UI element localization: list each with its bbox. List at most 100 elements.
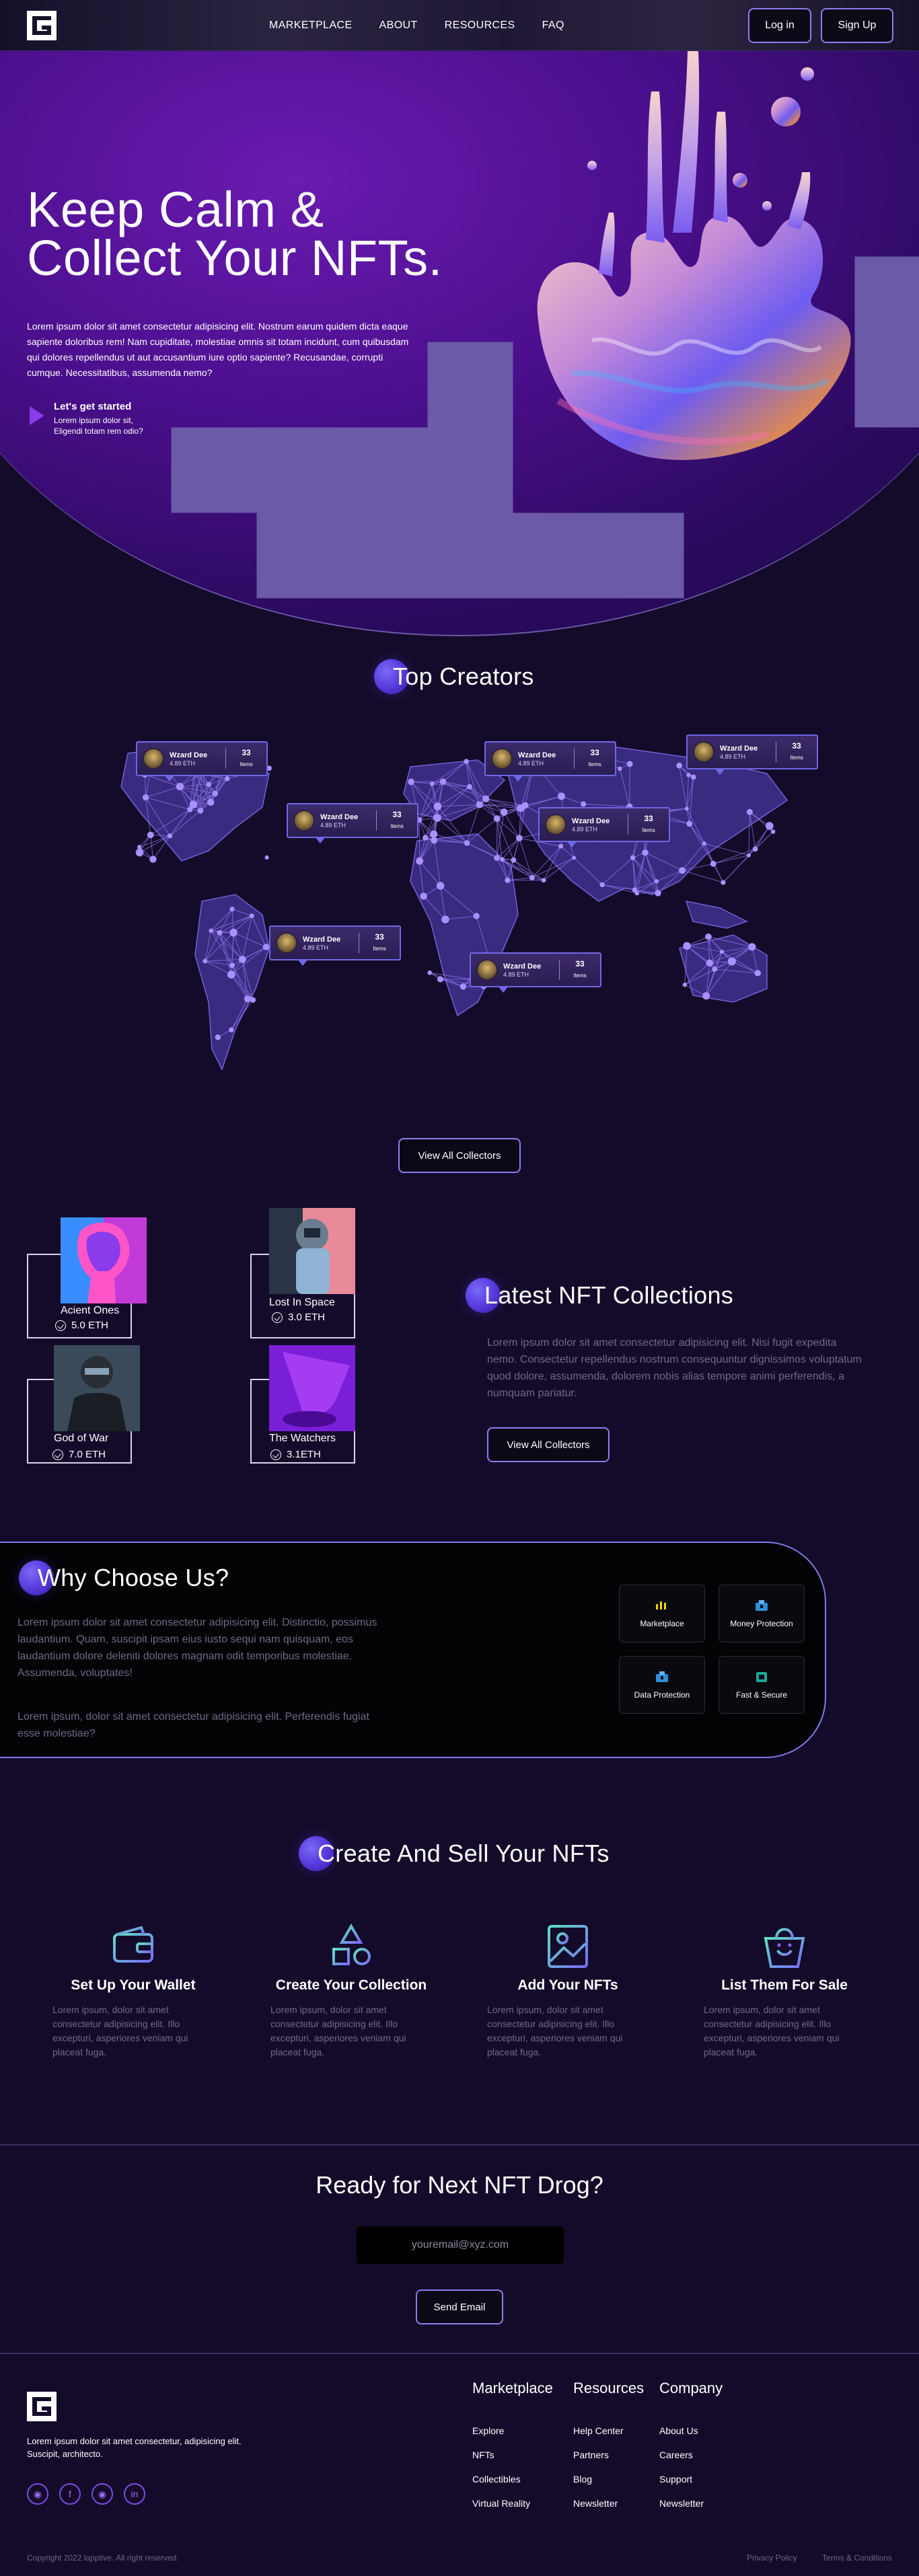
network-dot — [431, 837, 438, 844]
create-title: Create And Sell Your NFTs — [318, 1840, 610, 1867]
cta-title: Let's get started — [54, 401, 132, 412]
network-dot — [712, 967, 718, 972]
nft-name: God of War — [54, 1433, 109, 1444]
nav-marketplace[interactable]: MARKETPLACE — [269, 20, 353, 32]
network-line — [497, 837, 520, 858]
creator-card[interactable]: Wzard Dee 4.89 ETH 33 Items — [538, 807, 670, 847]
network-dot — [529, 874, 535, 881]
facebook-icon[interactable]: f — [59, 2483, 81, 2505]
footer-logo-icon[interactable] — [27, 2392, 57, 2421]
network-dot — [500, 808, 508, 816]
network-dot — [655, 890, 661, 897]
nft-image-the-watchers[interactable] — [269, 1345, 355, 1431]
network-dot — [626, 761, 633, 767]
creator-avatar — [491, 748, 513, 769]
network-dot — [229, 907, 235, 912]
step-collection: Create Your Collection Lorem ipsum, dolo… — [270, 1922, 432, 2059]
network-dot — [630, 855, 636, 860]
footer-link[interactable]: Blog — [573, 2474, 644, 2485]
network-dot — [227, 971, 235, 979]
linkedin-icon[interactable]: in — [124, 2483, 145, 2505]
network-dot — [416, 857, 424, 865]
nav-resources[interactable]: RESOURCES — [445, 20, 515, 32]
footer-link[interactable]: Partners — [573, 2450, 644, 2460]
nav-faq[interactable]: FAQ — [542, 20, 564, 32]
main-menu: MARKETPLACE ABOUT RESOURCES FAQ — [269, 0, 564, 51]
feature-fast-secure[interactable]: Fast & Secure — [719, 1656, 805, 1714]
creator-avatar — [693, 741, 714, 763]
nft-price-value: 3.1ETH — [287, 1449, 321, 1460]
network-line — [682, 870, 724, 883]
footer-link[interactable]: Virtual Reality — [472, 2498, 553, 2509]
creator-name: Wzard Dee — [320, 812, 359, 821]
creator-avatar — [293, 810, 315, 831]
network-dot — [558, 843, 564, 849]
creator-avatar — [143, 748, 164, 769]
network-dot — [433, 814, 441, 822]
latest-view-all-button[interactable]: View All Collectors — [487, 1427, 610, 1462]
terms-link[interactable]: Terms & Conditions — [822, 2553, 892, 2563]
creator-name: Wzard Dee — [303, 935, 341, 944]
footer-link[interactable]: Newsletter — [573, 2498, 644, 2509]
creator-card[interactable]: Wzard Dee 4.89 ETH 33 Items — [470, 952, 601, 993]
signup-button[interactable]: Sign Up — [821, 8, 893, 43]
creator-name: Wzard Dee — [170, 751, 208, 759]
network-dot — [225, 776, 230, 782]
creator-card[interactable]: Wzard Dee 4.89 ETH 33 Items — [269, 925, 401, 966]
nft-image-acient-ones[interactable] — [61, 1217, 147, 1303]
feature-marketplace[interactable]: Marketplace — [619, 1585, 705, 1642]
network-dot — [682, 982, 688, 987]
network-dot — [437, 976, 444, 983]
footer-link[interactable]: About Us — [659, 2425, 723, 2436]
network-dot — [705, 933, 712, 940]
network-dot — [439, 778, 447, 785]
feature-data-protection[interactable]: Data Protection — [619, 1656, 705, 1714]
step-title: Add Your NFTs — [517, 1977, 618, 1993]
network-dot — [500, 857, 505, 862]
creator-eth: 4.89 ETH — [170, 759, 196, 767]
creator-item-count: 33 — [644, 814, 653, 823]
footer-link[interactable]: NFTs — [472, 2450, 553, 2460]
creator-name: Wzard Dee — [572, 817, 610, 825]
view-all-collectors-button[interactable]: View All Collectors — [398, 1138, 521, 1173]
privacy-link[interactable]: Privacy Policy — [747, 2553, 797, 2563]
send-email-button[interactable]: Send Email — [416, 2289, 503, 2324]
footer-col-marketplace: Marketplace Explore NFTs Collectibles Vi… — [472, 2380, 553, 2509]
feature-money-protection[interactable]: Money Protection — [719, 1585, 805, 1642]
divider — [574, 749, 575, 769]
get-started-cta[interactable]: Let's get started Lorem ipsum dolor sit,… — [30, 401, 155, 437]
twitter-icon[interactable]: ◉ — [91, 2483, 113, 2505]
creator-card[interactable]: Wzard Dee 4.89 ETH 33 Items — [484, 741, 616, 782]
hero-title-line2: Collect Your NFTs. — [27, 230, 443, 286]
network-dot — [770, 829, 776, 834]
top-nav: MARKETPLACE ABOUT RESOURCES FAQ Log in S… — [0, 0, 919, 51]
nft-image-god-of-war[interactable] — [54, 1345, 140, 1431]
create-heading: Create And Sell Your NFTs — [299, 1836, 610, 1871]
footer-link[interactable]: Newsletter — [659, 2498, 723, 2509]
instagram-icon[interactable]: ◉ — [27, 2483, 48, 2505]
logo-icon[interactable] — [27, 11, 57, 40]
email-input[interactable]: youremail@xyz.com — [357, 2226, 564, 2264]
network-dot — [212, 790, 218, 797]
network-dot — [229, 1027, 234, 1033]
creator-item-count: 33 — [590, 748, 599, 757]
login-button[interactable]: Log in — [748, 8, 811, 43]
creator-card[interactable]: Wzard Dee 4.89 ETH 33 Items — [686, 734, 818, 775]
creator-card[interactable]: Wzard Dee 4.89 ETH 33 Items — [287, 803, 418, 843]
network-dot — [238, 956, 246, 963]
play-icon[interactable] — [30, 406, 44, 425]
nft-price: 7.0 ETH — [52, 1449, 106, 1460]
nft-image-lost-in-space[interactable] — [269, 1208, 355, 1294]
footer-link[interactable]: Careers — [659, 2450, 723, 2460]
creator-card[interactable]: Wzard Dee 4.89 ETH 33 Items — [136, 741, 268, 782]
footer-link[interactable]: Support — [659, 2474, 723, 2485]
footer-link[interactable]: Collectibles — [472, 2474, 553, 2485]
network-dot — [515, 835, 523, 841]
step-text: Lorem ipsum, dolor sit amet consectetur … — [487, 2004, 623, 2057]
nft-price: 3.1ETH — [270, 1449, 321, 1460]
footer-link[interactable]: Help Center — [573, 2425, 644, 2436]
creator-item-label: Items — [373, 946, 386, 952]
footer-link[interactable]: Explore — [472, 2425, 553, 2436]
nav-about[interactable]: ABOUT — [379, 20, 418, 32]
network-dot — [618, 766, 622, 771]
